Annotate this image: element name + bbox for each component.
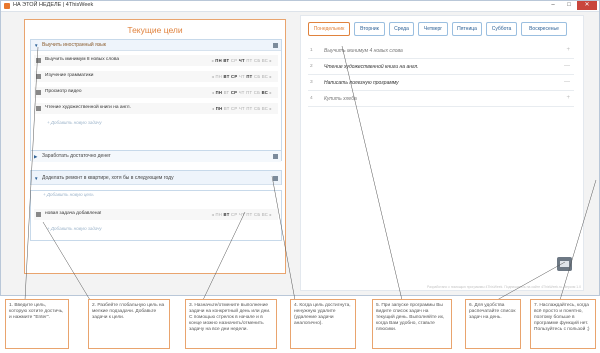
task-row[interactable]: новая задача добавлена! ◂ ПН ВТ СР ЧТ ПТ… [34, 209, 278, 220]
task-name: Просмотр видео [45, 89, 82, 94]
daily-tasks-panel: Понедельник Вторник Среда Четверг Пятниц… [300, 15, 584, 291]
tab-monday[interactable]: Понедельник [308, 22, 350, 36]
item-number: 4 [310, 96, 313, 101]
app-window: НА ЭТОЙ НЕДЕЛЕ | 4ThisWeek – □ ✕ Текущие… [0, 0, 600, 296]
tab-thursday[interactable]: Четверг [418, 22, 448, 36]
toggle-done-icon[interactable]: + [566, 95, 570, 101]
tab-friday[interactable]: Пятница [452, 22, 482, 36]
item-number: 2 [310, 64, 313, 69]
callout-step-5: 5. При запуске программы Вы видите списо… [372, 299, 452, 349]
list-item[interactable]: 4 Купить хлеба + [308, 91, 574, 107]
toggle-done-icon[interactable]: + [566, 47, 570, 53]
goal-title[interactable]: Заработать достаточно денег [42, 153, 111, 159]
callout-step-3: 3. Назначьте/отмените выполнение задачи … [185, 299, 277, 349]
list-item[interactable]: 3 Написать полезную программу — [308, 75, 574, 91]
list-item[interactable]: 2 Чтение художественной книги на англ. — [308, 59, 574, 75]
day-selector[interactable]: ◂ ПН ВТ СР ЧТ ПТ СБ ВС ▸ [212, 106, 272, 111]
goal-card: + Добавить новую цель новая задача добав… [30, 190, 282, 241]
goal-header[interactable]: ▼ Доделать ремонт в квартире, хотя бы в … [31, 171, 281, 185]
delete-goal-icon[interactable] [273, 43, 278, 48]
drag-handle-icon[interactable] [36, 58, 41, 63]
task-row[interactable]: Изучение грамматики ◂ ПН ВТ СР ЧТ ПТ СБ … [34, 71, 278, 82]
goal-title[interactable]: Выучить иностранный язык [42, 42, 106, 48]
callout-step-6: 6. Для удобства распечатайте список зада… [465, 299, 521, 349]
printer-icon [560, 261, 569, 267]
task-row[interactable]: Выучить минимум 8 новых слова ◂ ПН ВТ СР… [34, 55, 278, 66]
goal-card: ▼ Выучить иностранный язык Выучить миним… [30, 39, 282, 155]
tab-wednesday[interactable]: Среда [389, 22, 414, 36]
close-button[interactable]: ✕ [577, 1, 597, 10]
maximize-button[interactable]: □ [561, 1, 577, 10]
expand-arrow-icon[interactable]: ▶ [34, 154, 37, 160]
add-task-link[interactable]: + Добавить новую задачу [47, 118, 278, 128]
task-name: Выучить минимум 8 новых слова [45, 57, 120, 62]
tab-saturday[interactable]: Суббота [486, 22, 517, 36]
day-selector[interactable]: ◂ ПН ВТ СР ЧТ ПТ СБ ВС ▸ [211, 58, 272, 63]
delete-goal-icon[interactable] [273, 154, 278, 159]
item-text: Выучить минимум 4 новых слова [324, 48, 403, 54]
callout-step-4: 4. Когда цель достигнута, ненужную удали… [290, 299, 356, 349]
task-row[interactable]: Просмотр видео ◂ ПН ВТ СР ЧТ ПТ СБ ВС ▸ [34, 87, 278, 98]
day-selector[interactable]: ◂ ПН ВТ СР ЧТ ПТ СБ ВС ▸ [212, 90, 272, 95]
item-text: Чтение художественной книги на англ. [324, 64, 419, 70]
task-name: Изучение грамматики [45, 73, 94, 78]
item-number: 3 [310, 80, 313, 85]
current-goals-panel: Текущие цели ▼ Выучить иностранный язык … [24, 19, 286, 274]
tab-sunday[interactable]: Воскресенье [521, 22, 567, 36]
callout-step-1: 1. Введите цель, которую хотите достичь,… [5, 299, 69, 349]
task-row[interactable]: Чтение художественной книги на англ. ◂ П… [34, 103, 278, 114]
day-task-list: 1 Выучить минимум 4 новых слова + 2 Чтен… [308, 43, 574, 107]
title-bar: НА ЭТОЙ НЕДЕЛЕ | 4ThisWeek – □ ✕ [1, 1, 599, 12]
drag-handle-icon[interactable] [36, 74, 41, 79]
list-item[interactable]: 1 Выучить минимум 4 новых слова + [308, 43, 574, 59]
tab-tuesday[interactable]: Вторник [354, 22, 385, 36]
add-goal-link[interactable]: + Добавить новую цель [43, 192, 94, 197]
toggle-done-icon[interactable]: — [564, 79, 570, 85]
goal-header[interactable]: ▶ Заработать достаточно денег [31, 151, 281, 162]
item-text: Купить хлеба [324, 96, 357, 102]
app-icon [4, 3, 10, 9]
collapse-arrow-icon[interactable]: ▼ [34, 176, 38, 181]
minimize-button[interactable]: – [545, 1, 561, 10]
callout-step-7: 7. Наслаждайтесь, когда всё просто и пон… [530, 299, 596, 349]
day-selector[interactable]: ◂ ПН ВТ СР ЧТ ПТ СБ ВС ▸ [212, 74, 272, 79]
footer-note: Разработано с помощью программы 4ThisWee… [427, 285, 581, 289]
window-title: НА ЭТОЙ НЕДЕЛЕ | 4ThisWeek [13, 2, 94, 8]
task-name: новая задача добавлена! [45, 211, 102, 216]
goal-card: ▶ Заработать достаточно денег [30, 150, 282, 162]
task-name: Чтение художественной книги на англ. [45, 105, 131, 110]
drag-handle-icon[interactable] [36, 212, 41, 217]
collapse-arrow-icon[interactable]: ▼ [34, 43, 38, 48]
item-text: Написать полезную программу [324, 80, 399, 86]
day-selector[interactable]: ◂ ПН ВТ СР ЧТ ПТ СБ ВС ▸ [212, 212, 272, 217]
toggle-done-icon[interactable]: — [564, 63, 570, 69]
panel-title: Текущие цели [127, 25, 183, 35]
goal-card: ▼ Доделать ремонт в квартире, хотя бы в … [30, 170, 282, 185]
drag-handle-icon[interactable] [36, 106, 41, 111]
print-button[interactable] [557, 257, 572, 271]
weekday-tabs: Понедельник Вторник Среда Четверг Пятниц… [308, 22, 567, 36]
callout-step-2: 2. Разбейте глобальную цель на мелкие по… [88, 299, 170, 349]
goal-header[interactable]: ▼ Выучить иностранный язык [31, 40, 281, 51]
delete-goal-icon[interactable] [273, 176, 278, 181]
item-number: 1 [310, 48, 313, 53]
goal-title[interactable]: Доделать ремонт в квартире, хотя бы в сл… [42, 175, 174, 181]
add-task-link[interactable]: + Добавить новую задачу [47, 224, 278, 234]
drag-handle-icon[interactable] [36, 90, 41, 95]
